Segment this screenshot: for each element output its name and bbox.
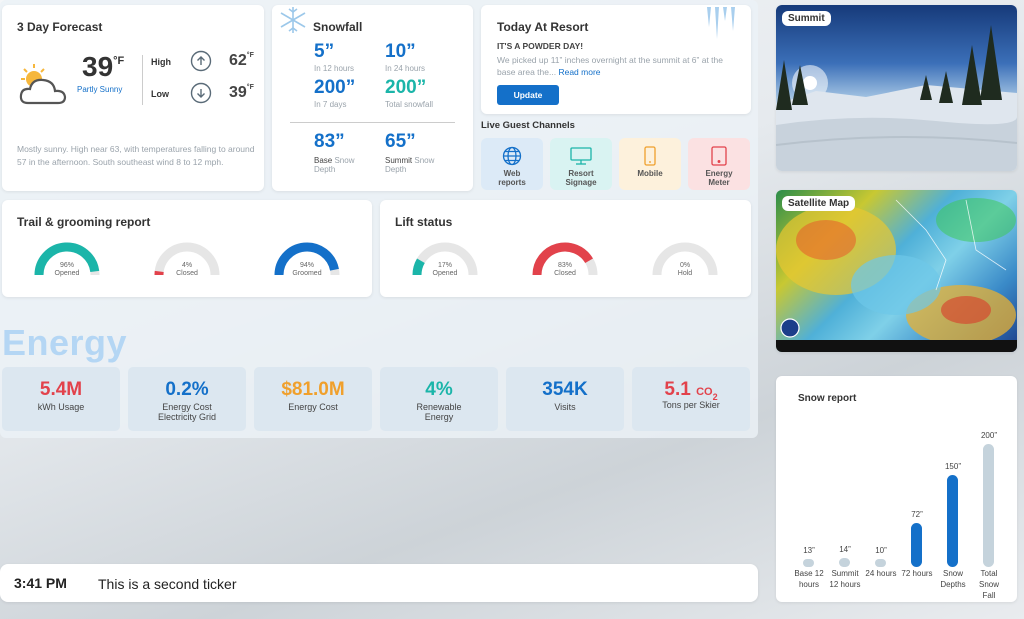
snow-24h-value: 10” xyxy=(385,41,416,62)
gauge-lift-closed: 83% Closed xyxy=(530,238,600,278)
snowfall-card: Snowfall 5” In 12 hours 10” In 24 hours … xyxy=(272,5,473,191)
low-label: Low xyxy=(151,89,169,99)
ticker-time: 3:41 PM xyxy=(14,575,67,591)
summit-depth-value: 65” xyxy=(385,131,416,152)
snow-total-label: Total snowfall xyxy=(385,100,434,109)
summit-webcam[interactable]: Summit xyxy=(776,5,1017,171)
current-temp: 39°F xyxy=(82,51,125,82)
snow-7d-label: In 7 days xyxy=(314,100,347,109)
partly-sunny-icon xyxy=(19,64,67,105)
channel-web-reports[interactable]: Web reports xyxy=(481,138,543,190)
resort-headline: IT'S A POWDER DAY! xyxy=(497,41,584,51)
globe-icon xyxy=(502,146,522,166)
snow-bar xyxy=(947,474,958,567)
gauge-lift-hold: 0% Hold xyxy=(650,238,720,278)
channels-title: Live Guest Channels xyxy=(481,120,575,131)
icicles-icon xyxy=(707,7,735,39)
energy-co2-card: 5.1 CO2 Tons per Skier xyxy=(632,367,750,431)
snow-bar-value: 72” xyxy=(911,509,923,519)
snow-bar xyxy=(839,558,850,567)
forecast-card: 3 Day Forecast 39°F Partly Sunny High Lo… xyxy=(2,5,264,191)
energy-grid-card: 0.2% Energy Cost Electricity Grid xyxy=(128,367,246,431)
lift-card: Lift status 17% Opened 83% Closed 0% Hold xyxy=(380,200,751,297)
base-depth-label: Base Snow Depth xyxy=(314,156,355,174)
trail-card: Trail & grooming report 96% Opened 4% Clos… xyxy=(2,200,372,297)
snow-12h-label: In 12 hours xyxy=(314,64,355,73)
channel-mobile[interactable]: Mobile xyxy=(619,138,681,190)
snow-bar xyxy=(983,444,994,567)
snow-bar-value: 10” xyxy=(875,546,887,555)
forecast-title: 3 Day Forecast xyxy=(17,20,103,34)
energy-renewable-card: 4% Renewable Energy xyxy=(380,367,498,431)
forecast-description: Mostly sunny. High near 63, with tempera… xyxy=(17,144,255,167)
gauge-lift-opened: 17% Opened xyxy=(410,238,480,278)
satellite-imagery xyxy=(776,198,1017,352)
update-button[interactable]: Update xyxy=(497,85,559,105)
snow-bar-category: Total Snow Fall xyxy=(978,569,999,600)
high-temp: 62°F xyxy=(229,52,254,69)
snowfall-title: Snowfall xyxy=(313,20,363,34)
satellite-map[interactable]: Satellite Map xyxy=(776,190,1017,352)
snow-bar-category: 24 hours xyxy=(865,569,897,578)
snow-bar-value: 150” xyxy=(944,461,961,471)
snow-report-chart: 13” Base 12 hours 14” Summit 12 hours 10” 24 … xyxy=(776,376,1017,602)
snow-total-value: 200” xyxy=(385,77,427,98)
read-more-link[interactable]: Read more xyxy=(558,67,600,77)
satellite-label: Satellite Map xyxy=(782,196,856,211)
summit-scene xyxy=(776,25,1017,171)
resort-body: We picked up 11” inches overnight at the… xyxy=(497,55,723,77)
ticker-text: This is a second ticker xyxy=(98,576,237,592)
monitor-icon xyxy=(570,147,592,165)
snow-24h-label: In 24 hours xyxy=(385,64,426,73)
base-depth-value: 83” xyxy=(314,131,345,152)
arrow-down-icon xyxy=(190,82,212,104)
snow-bar-value: 13” xyxy=(803,546,815,555)
energy-title: Energy xyxy=(2,322,128,363)
gauge-trail-groomed: 94% Groomed xyxy=(272,238,342,278)
divider xyxy=(290,122,455,123)
trail-title: Trail & grooming report xyxy=(17,215,151,229)
snow-bar-value: 200” xyxy=(980,431,997,440)
snow-bar-category: Summit 12 hours xyxy=(829,569,861,589)
snow-report-card: Snow report 13” Base 12 hours 14” Summit 12… xyxy=(776,376,1017,602)
snow-bar xyxy=(911,522,922,567)
summit-depth-label: Summit Snow Depth xyxy=(385,156,435,174)
snow-bar-category: Snow Depths xyxy=(940,569,966,589)
energy-visits-card: 354K Visits xyxy=(506,367,624,431)
snow-bar-value: 14” xyxy=(839,545,851,555)
resort-title: Today At Resort xyxy=(497,20,589,34)
snow-bar xyxy=(875,559,886,567)
low-temp: 39°F xyxy=(229,84,254,101)
energy-cost-card: $81.0M Energy Cost xyxy=(254,367,372,431)
gauge-trail-opened: 96% Opened xyxy=(32,238,102,278)
phone-icon xyxy=(644,146,656,166)
tablet-icon xyxy=(711,146,727,166)
ticker-bar: 3:41 PM This is a second ticker xyxy=(0,564,758,602)
snowflake-icon xyxy=(280,7,306,33)
lift-title: Lift status xyxy=(395,215,453,229)
channel-resort-signage[interactable]: Resort Signage xyxy=(550,138,612,190)
divider xyxy=(142,55,143,105)
high-label: High xyxy=(151,57,171,67)
channel-energy-meter[interactable]: Energy Meter xyxy=(688,138,750,190)
snow-7d-value: 200” xyxy=(314,77,356,98)
condition-label: Partly Sunny xyxy=(77,85,123,94)
summit-label: Summit xyxy=(782,11,831,26)
snow-bar xyxy=(803,559,814,567)
snow-12h-value: 5” xyxy=(314,41,335,62)
resort-card: Today At Resort IT'S A POWDER DAY! We pi… xyxy=(481,5,751,114)
snow-bar-category: Base 12 hours xyxy=(794,569,824,589)
energy-kwh-card: 5.4M kWh Usage xyxy=(2,367,120,431)
snow-bar-category: 72 hours xyxy=(901,569,933,578)
arrow-up-icon xyxy=(190,50,212,72)
gauge-trail-closed: 4% Closed xyxy=(152,238,222,278)
